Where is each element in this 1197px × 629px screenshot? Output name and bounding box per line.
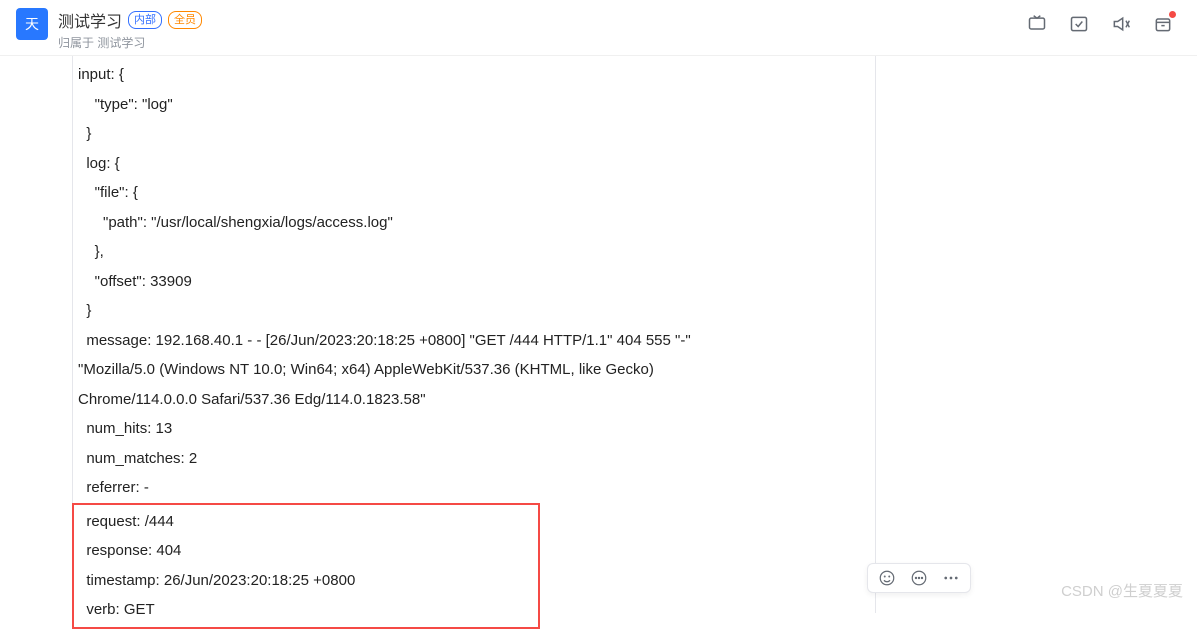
header-bar: 天 测试学习 内部 全员 归属于 测试学习 (0, 0, 1197, 56)
header-actions (1027, 8, 1181, 34)
tv-icon[interactable] (1027, 14, 1047, 34)
log-line: "Mozilla/5.0 (Windows NT 10.0; Win64; x6… (78, 355, 868, 385)
log-line: log: { (78, 149, 868, 179)
log-line: referrer: - (78, 473, 868, 503)
watermark: CSDN @生夏夏夏 (1061, 580, 1183, 601)
archive-icon[interactable] (1153, 14, 1173, 34)
comment-icon[interactable] (910, 569, 928, 587)
log-line-timestamp: timestamp: 26/Jun/2023:20:18:25 +0800 (78, 566, 534, 596)
log-content: input: { "type": "log" } log: { "file": … (78, 60, 868, 629)
title-area: 测试学习 内部 全员 归属于 测试学习 (58, 8, 1027, 51)
app-icon: 天 (16, 8, 48, 40)
log-line: "type": "log" (78, 90, 868, 120)
breadcrumb-prefix: 归属于 (58, 36, 97, 50)
log-line: "path": "/usr/local/shengxia/logs/access… (78, 208, 868, 238)
log-line-response: response: 404 (78, 536, 534, 566)
log-line: input: { (78, 60, 868, 90)
log-line: } (78, 119, 868, 149)
check-icon[interactable] (1069, 14, 1089, 34)
breadcrumb-link[interactable]: 测试学习 (97, 36, 145, 50)
log-line-request: request: /444 (78, 507, 534, 537)
speaker-icon[interactable] (1111, 14, 1131, 34)
log-line: Chrome/114.0.0.0 Safari/537.36 Edg/114.0… (78, 385, 868, 415)
log-line: num_matches: 2 (78, 444, 868, 474)
log-line: "file": { (78, 178, 868, 208)
badge-all: 全员 (168, 11, 202, 29)
more-icon[interactable] (942, 569, 960, 587)
highlight-box: request: /444 response: 404 timestamp: 2… (72, 503, 540, 629)
page-title: 测试学习 (58, 8, 122, 32)
log-line: }, (78, 237, 868, 267)
badge-internal: 内部 (128, 11, 162, 29)
log-line: message: 192.168.40.1 - - [26/Jun/2023:2… (78, 326, 868, 356)
log-line-verb: verb: GET (78, 595, 534, 625)
log-line: } (78, 296, 868, 326)
float-toolbar (867, 563, 971, 593)
log-line: num_hits: 13 (78, 414, 868, 444)
log-line: "offset": 33909 (78, 267, 868, 297)
content-area: input: { "type": "log" } log: { "file": … (0, 56, 1197, 629)
notification-dot (1169, 11, 1176, 18)
breadcrumb: 归属于 测试学习 (58, 34, 1027, 51)
emoji-icon[interactable] (878, 569, 896, 587)
